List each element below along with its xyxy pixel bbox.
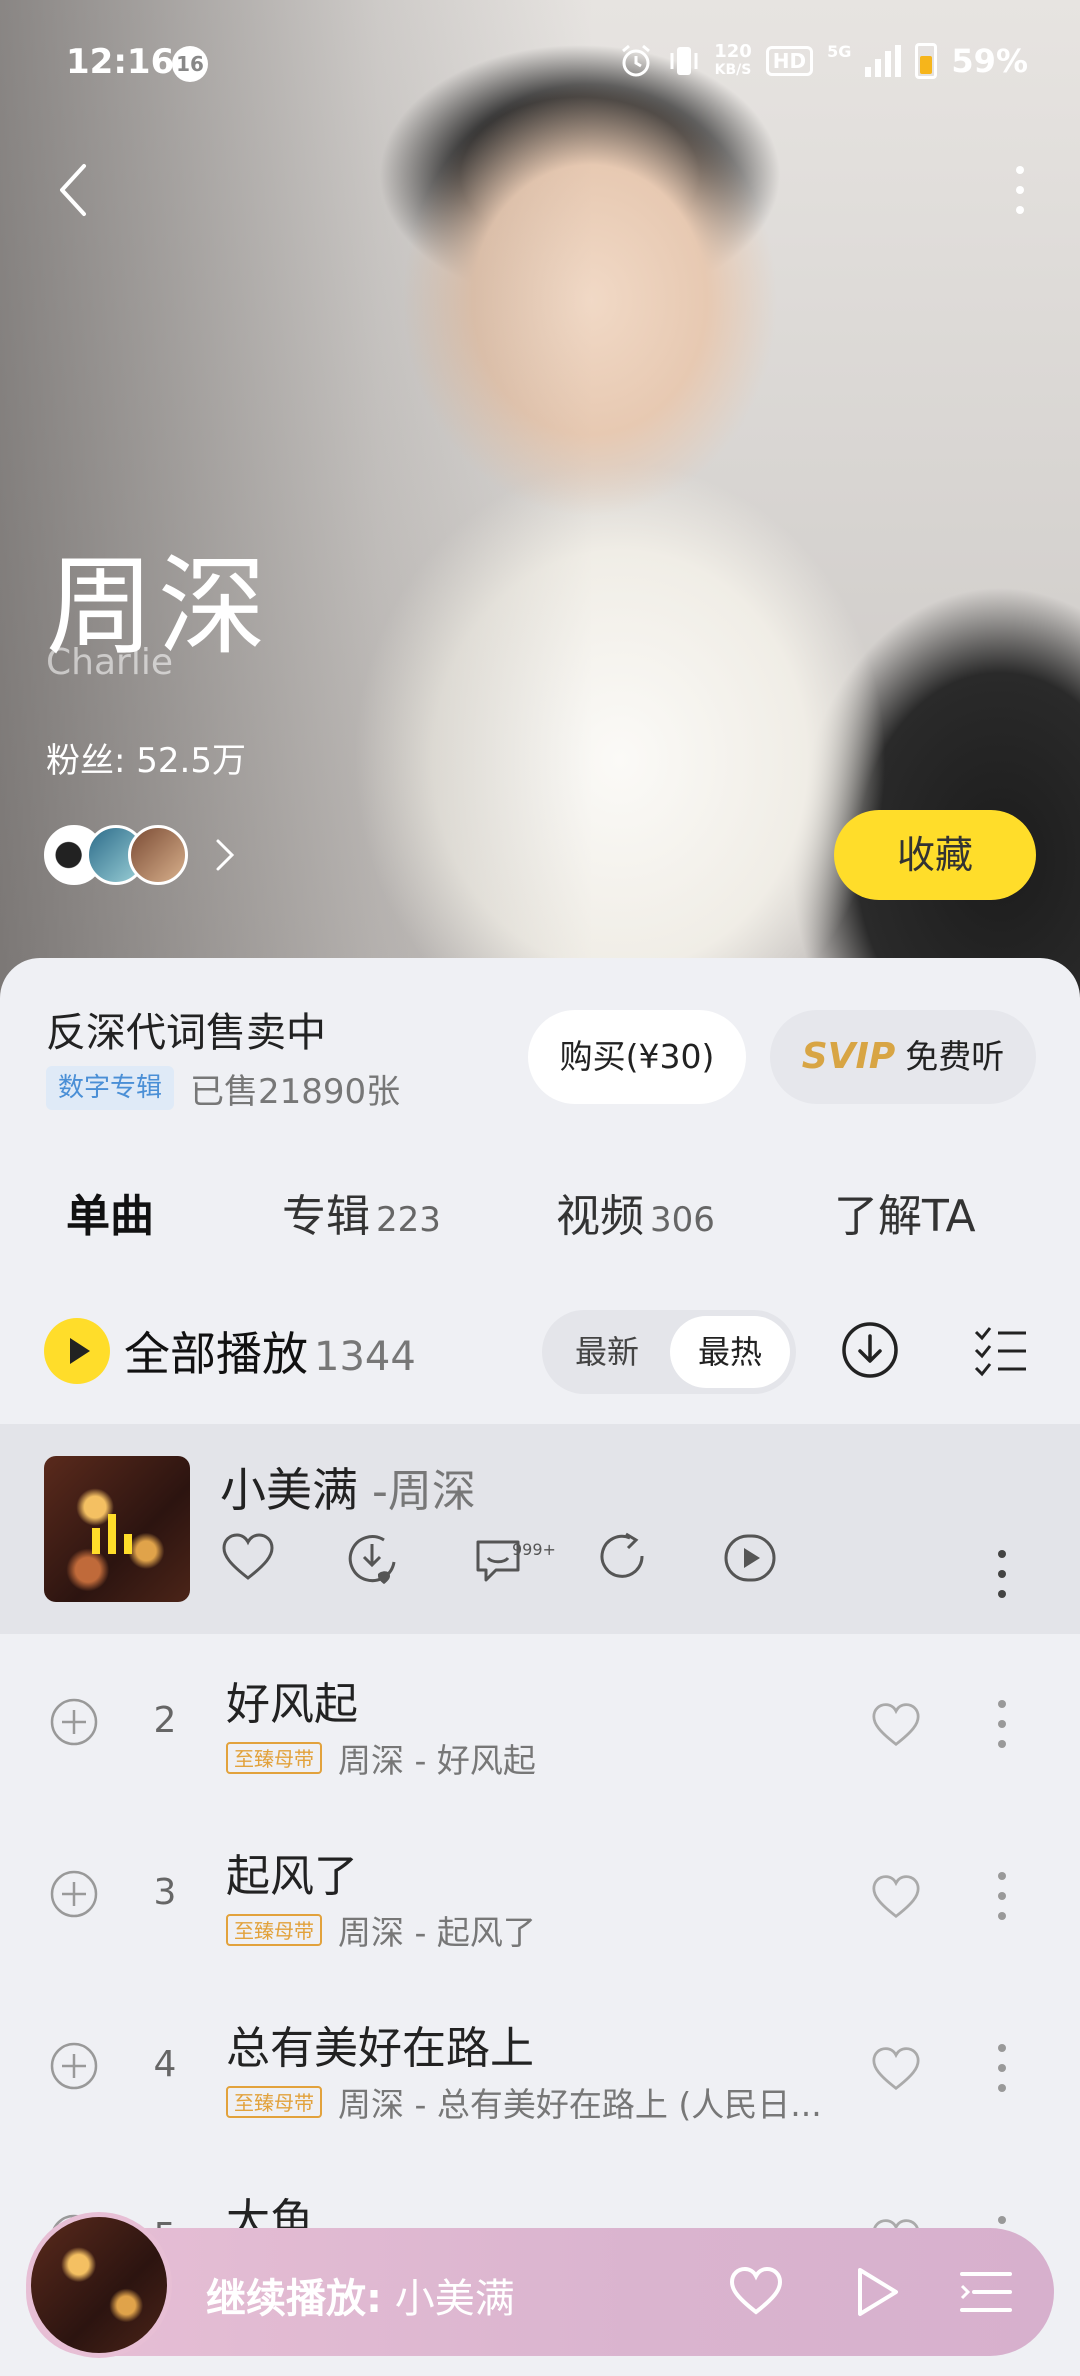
now-playing-song-row[interactable]: 小美满 -周深 999+ [0,1424,1080,1634]
play-all-icon[interactable] [44,1318,110,1384]
song-number: 2 [153,1700,177,1741]
heart-icon[interactable] [870,1872,922,1920]
album-sold-count: 已售21890张 [190,1072,401,1112]
sort-toggle: 最新 最热 [542,1310,796,1394]
add-to-playlist-icon[interactable] [50,1698,98,1746]
quality-tag: 至臻母带 [226,1914,322,1946]
vibrate-icon [670,47,698,75]
more-vertical-icon[interactable] [1010,160,1030,220]
heart-icon[interactable] [220,1530,276,1586]
album-cover [44,1456,190,1602]
svip-free-listen-button[interactable]: SVIP 免费听 [770,1010,1036,1104]
status-icons: 120 KB/S HD 5G 59% [618,42,1028,80]
fans-count: 粉丝: 52.5万 [46,741,246,781]
song-title: 总有美好在路上 [226,2023,534,2074]
song-number: 3 [153,1872,177,1913]
buy-album-button[interactable]: 购买(¥30) [528,1010,746,1104]
play-icon[interactable] [852,2266,902,2318]
playlist-queue-icon[interactable] [958,2268,1014,2316]
quality-tag: 至臻母带 [226,1742,322,1774]
batch-select-icon[interactable] [972,1322,1028,1378]
svip-label: SVIP [801,1036,896,1077]
comment-count-badge: 999+ [512,1540,556,1559]
song-row[interactable]: 3 起风了 至臻母带 周深 - 起风了 [0,1806,1080,1978]
add-to-playlist-icon[interactable] [50,1870,98,1918]
avatar [128,825,188,885]
add-to-playlist-icon[interactable] [50,2042,98,2090]
free-listen-label: 免费听 [905,1037,1005,1076]
back-arrow-icon[interactable] [52,160,112,220]
notification-count-badge: 16 [172,46,208,82]
more-vertical-icon[interactable] [992,1544,1012,1604]
signal-bars-icon [865,45,902,77]
more-vertical-icon[interactable] [992,1866,1012,1926]
tab-about[interactable]: 了解TA [834,1180,976,1244]
tab-albums[interactable]: 专辑 223 [282,1180,441,1244]
digital-album-tag: 数字专辑 [46,1066,175,1110]
hd-icon: HD [765,46,814,76]
sort-hottest[interactable]: 最热 [670,1316,790,1388]
battery-percent: 59% [951,42,1028,80]
tab-singles[interactable]: 单曲 [66,1180,154,1248]
alarm-icon [622,44,651,77]
now-playing-title: 小美满 -周深 [220,1463,476,1517]
song-subtitle: 周深 - 总有美好在路上 (人民日... [338,2085,822,2124]
status-time: 12:16 [66,42,175,82]
mini-player-cover[interactable] [26,2212,172,2358]
chevron-right-icon [216,839,235,871]
heart-icon[interactable] [728,2264,784,2316]
download-all-icon[interactable] [840,1320,900,1380]
song-subtitle: 周深 - 好风起 [338,1741,536,1780]
download-icon[interactable] [344,1530,400,1586]
heart-icon[interactable] [870,1700,922,1748]
song-row[interactable]: 4 总有美好在路上 至臻母带 周深 - 总有美好在路上 (人民日... [0,1978,1080,2150]
play-all-button[interactable]: 全部播放 1344 [124,1318,416,1384]
mini-player[interactable]: 继续播放: 小美满 [26,2212,1054,2358]
signal-5g-label: 5G [827,42,852,61]
tab-videos[interactable]: 视频 306 [556,1180,715,1244]
status-bar: 12:16 16 120 KB/S HD 5G 59% [0,40,1080,90]
song-row[interactable]: 2 好风起 至臻母带 周深 - 好风起 [0,1634,1080,1806]
song-title: 好风起 [226,1679,358,1730]
mv-video-icon[interactable] [722,1530,778,1586]
equalizer-icon [92,1514,132,1554]
favorite-button[interactable]: 收藏 [834,810,1036,900]
net-speed: 120 KB/S [714,41,752,79]
artist-tabs: 单曲 专辑 223 视频 306 了解TA [0,1180,1080,1260]
song-title: 起风了 [226,1851,358,1902]
quality-tag: 至臻母带 [226,2086,322,2118]
fan-avatars[interactable] [44,823,240,887]
play-all-row: 全部播放 1344 最新 最热 [0,1300,1080,1400]
sort-newest[interactable]: 最新 [552,1316,662,1388]
artist-english-name: Charlie [46,642,173,683]
heart-icon[interactable] [870,2044,922,2092]
song-subtitle: 周深 - 起风了 [338,1913,536,1952]
more-vertical-icon[interactable] [992,2038,1012,2098]
more-vertical-icon[interactable] [992,1694,1012,1754]
battery-icon [915,43,938,79]
song-number: 4 [153,2044,177,2085]
share-icon[interactable] [596,1530,652,1586]
mini-player-label: 继续播放: 小美满 [206,2276,515,2322]
album-promo-title[interactable]: 反深代词售卖中 [46,1000,326,1058]
